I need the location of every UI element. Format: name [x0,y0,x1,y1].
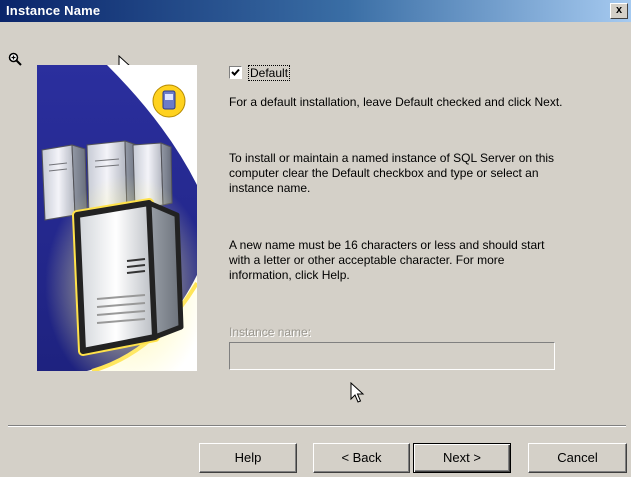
cancel-button[interactable]: Cancel [528,443,627,473]
default-checkbox-row[interactable]: Default [229,64,291,81]
default-checkbox-label[interactable]: Default [248,64,291,81]
instance-name-input[interactable] [229,342,555,370]
named-instance-text: To install or maintain a named instance … [229,151,555,195]
magnifier-icon [8,52,22,66]
arrow-cursor-icon [350,382,365,403]
default-install-text: For a default installation, leave Defaul… [229,95,563,109]
button-separator [8,425,626,427]
default-checkbox[interactable] [229,66,242,79]
back-button[interactable]: < Back [313,443,410,473]
title-bar[interactable]: Instance Name x [0,0,631,22]
setup-dialog: Instance Name x Default For a default in… [0,0,631,477]
close-icon: x [615,4,623,16]
close-button[interactable]: x [610,3,628,19]
check-icon [231,68,240,76]
instance-name-label: Instance name: [229,325,312,339]
window-title: Instance Name [6,3,101,18]
lock-badge-icon [152,84,186,118]
next-button[interactable]: Next > [413,443,511,473]
help-button[interactable]: Help [199,443,297,473]
server-illustration [37,65,197,371]
name-rules-text: A new name must be 16 characters or less… [229,238,545,282]
